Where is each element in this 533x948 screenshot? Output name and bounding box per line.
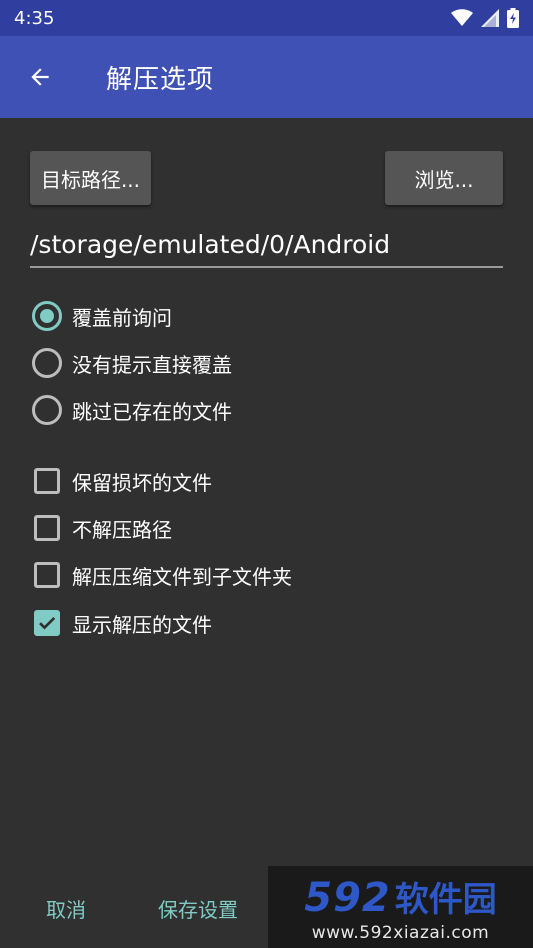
checkbox-label: 显示解压的文件 [72,612,212,637]
radio-label: 跳过已存在的文件 [72,399,232,424]
watermark-title: 592 软件园 [304,872,497,921]
wifi-icon [451,9,473,26]
path-input[interactable]: /storage/emulated/0/Android [30,226,503,268]
arrow-left-icon [31,68,49,86]
back-button[interactable] [0,36,80,118]
cancel-button[interactable]: 取消 [46,888,86,928]
checkbox-label: 保留损坏的文件 [72,470,212,495]
watermark-url: www.592xiazai.com [311,922,490,943]
checkbox-label: 解压压缩文件到子文件夹 [72,564,292,589]
watermark-number: 592 [304,874,391,921]
checkbox[interactable] [34,515,60,541]
radio-button[interactable] [32,348,62,378]
browse-button[interactable]: 浏览... [385,151,503,205]
checkbox-label: 不解压路径 [72,517,172,542]
signal-icon [481,9,499,27]
checkbox-no-extract-paths[interactable]: 不解压路径 [32,511,172,545]
app-bar: 解压选项 [0,36,533,118]
checkbox-checked[interactable] [34,610,60,636]
save-settings-button[interactable]: 保存设置 [158,888,238,928]
radio-button[interactable] [32,395,62,425]
status-time: 4:35 [14,7,55,29]
checkmark-icon [39,616,56,630]
checkbox[interactable] [34,468,60,494]
watermark-name: 软件园 [394,879,497,920]
radio-label: 没有提示直接覆盖 [72,352,232,377]
radio-ask-before-overwrite[interactable]: 覆盖前询问 [32,299,172,333]
checkbox-extract-to-subfolder[interactable]: 解压压缩文件到子文件夹 [32,558,292,592]
checkbox-show-extracted-files[interactable]: 显示解压的文件 [32,606,212,640]
status-icons [451,8,519,28]
status-bar: 4:35 [0,0,533,36]
checkbox-keep-broken-files[interactable]: 保留损坏的文件 [32,464,212,498]
battery-charging-icon [507,8,519,28]
radio-label: 覆盖前询问 [72,305,172,330]
target-path-button[interactable]: 目标路径... [30,151,151,205]
radio-overwrite-without-prompt[interactable]: 没有提示直接覆盖 [32,346,232,380]
radio-button-selected[interactable] [32,301,62,331]
page-title: 解压选项 [106,64,215,95]
watermark-logo: 592 软件园 www.592xiazai.com [268,866,533,948]
checkbox[interactable] [34,562,60,588]
radio-skip-existing[interactable]: 跳过已存在的文件 [32,393,232,427]
radio-dot [40,309,54,323]
